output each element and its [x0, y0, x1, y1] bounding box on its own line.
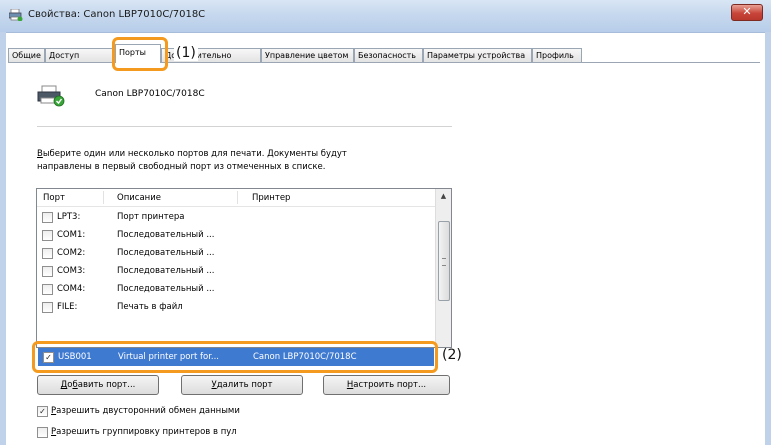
ports-description: Выберите один или несколько портов для п…: [37, 148, 457, 174]
highlight-frame-usb-row: [32, 341, 438, 373]
tab-security[interactable]: Безопасность: [354, 48, 423, 62]
ports-list[interactable]: Порт Описание Принтер LPT3: Порт принтер…: [36, 188, 452, 348]
port-checkbox[interactable]: [42, 230, 53, 241]
close-button[interactable]: ✕: [731, 4, 763, 21]
bidirectional-checkbox[interactable]: ✓: [37, 406, 48, 417]
delete-port-label: далить порт: [216, 380, 273, 390]
description-line2: направлены в первый свободный порт из от…: [37, 162, 326, 172]
port-description: Последовательный ...: [117, 266, 215, 276]
port-checkbox[interactable]: [42, 248, 53, 259]
printer-pooling-label: азрешить группировку принтеров в пул: [56, 427, 237, 437]
add-port-button[interactable]: Добавить порт...: [37, 375, 159, 395]
list-scrollbar[interactable]: ▲: [435, 189, 451, 347]
grip-icon: [442, 258, 446, 266]
column-divider[interactable]: [237, 191, 238, 204]
column-header-printer[interactable]: Принтер: [252, 193, 290, 203]
title-bar: Свойства: Canon LBP7010C/7018C ✕: [0, 0, 771, 33]
configure-port-button[interactable]: Настроить порт...: [323, 375, 450, 395]
configure-port-label: астроить порт...: [353, 380, 427, 390]
window-title: Свойства: Canon LBP7010C/7018C: [28, 9, 206, 20]
printer-icon: [37, 85, 65, 107]
table-row[interactable]: COM1: Последовательный ...: [37, 227, 435, 243]
callout-label-2: (2): [442, 347, 462, 363]
scrollbar-thumb[interactable]: [438, 221, 450, 301]
tab-device-settings[interactable]: Параметры устройства: [423, 48, 532, 62]
port-checkbox[interactable]: [42, 266, 53, 277]
port-name: LPT3:: [57, 212, 81, 222]
port-name: COM1:: [57, 230, 86, 240]
add-port-label: авить порт...: [77, 380, 136, 390]
table-row[interactable]: LPT3: Порт принтера: [37, 209, 435, 225]
port-checkbox[interactable]: [42, 212, 53, 223]
port-description: Последовательный ...: [117, 284, 215, 294]
port-description: Печать в файл: [117, 302, 183, 312]
delete-port-button[interactable]: Удалить порт: [181, 375, 303, 395]
printer-small-icon: [9, 9, 23, 21]
port-description: Последовательный ...: [117, 248, 215, 258]
close-icon: ✕: [742, 5, 752, 18]
table-row[interactable]: COM3: Последовательный ...: [37, 263, 435, 279]
bidirectional-label: азрешить двусторонний обмен данными: [56, 406, 240, 416]
printer-pooling-checkbox[interactable]: [37, 427, 48, 438]
port-description: Порт принтера: [117, 212, 185, 222]
callout-label-1: (1): [174, 45, 198, 61]
tab-color-management[interactable]: Управление цветом: [261, 48, 354, 62]
divider: [37, 126, 452, 127]
port-description: Последовательный ...: [117, 230, 215, 240]
scroll-up-icon[interactable]: ▲: [436, 189, 451, 204]
tab-ports[interactable]: Порты: [115, 44, 161, 63]
port-name: COM3:: [57, 266, 86, 276]
tab-profile[interactable]: Профиль: [532, 48, 582, 62]
column-header-port[interactable]: Порт: [43, 193, 65, 203]
column-divider[interactable]: [103, 191, 104, 204]
table-row[interactable]: COM4: Последовательный ...: [37, 281, 435, 297]
port-checkbox[interactable]: [42, 302, 53, 313]
window-border-left: [0, 32, 6, 445]
port-name: FILE:: [57, 302, 78, 312]
tab-strip: Общие Доступ Порты Дополнительно Управле…: [8, 44, 768, 63]
port-name: COM4:: [57, 284, 86, 294]
list-header: Порт Описание Принтер: [37, 189, 435, 207]
table-row[interactable]: COM2: Последовательный ...: [37, 245, 435, 261]
description-line1: ыберите один или несколько портов для пе…: [42, 149, 347, 159]
table-row[interactable]: FILE: Печать в файл: [37, 299, 435, 315]
port-checkbox[interactable]: [42, 284, 53, 295]
column-header-description[interactable]: Описание: [117, 193, 161, 203]
printer-name: Canon LBP7010C/7018C: [95, 89, 205, 99]
port-name: COM2:: [57, 248, 86, 258]
tab-sharing[interactable]: Доступ: [45, 48, 115, 62]
tab-general[interactable]: Общие: [8, 48, 45, 62]
window-border-right: [765, 32, 771, 445]
